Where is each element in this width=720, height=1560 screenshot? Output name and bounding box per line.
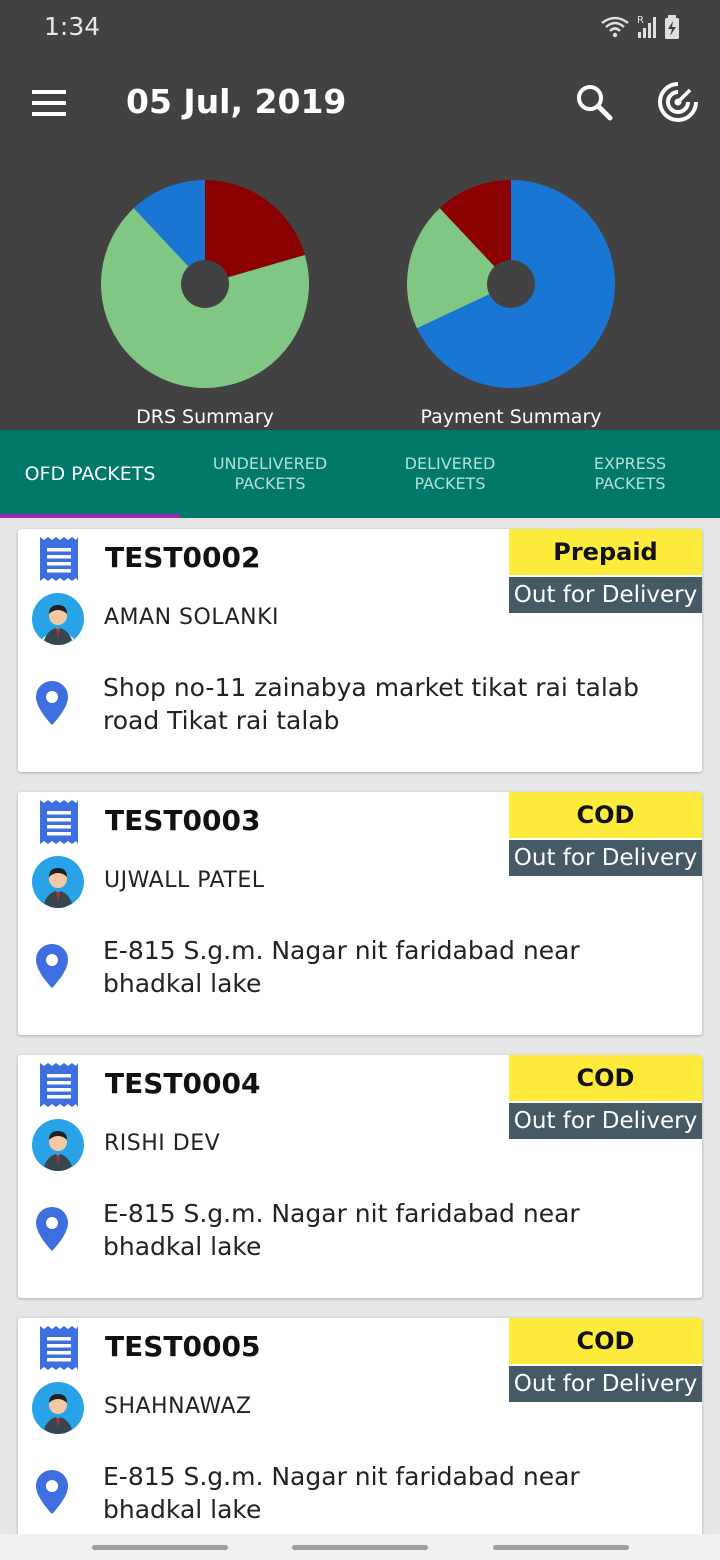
nav-recents-button[interactable] bbox=[92, 1545, 228, 1550]
wifi-icon bbox=[601, 16, 629, 38]
location-pin-icon bbox=[36, 1470, 68, 1514]
recipient-name: UJWALL PATEL bbox=[104, 868, 265, 893]
person-avatar-icon bbox=[32, 1119, 84, 1171]
drs-summary-label: DRS Summary bbox=[136, 406, 274, 428]
receipt-icon bbox=[40, 1326, 78, 1370]
pie-center-hole bbox=[181, 260, 229, 308]
packet-card[interactable]: TEST0003 COD Out for Delivery UJWALL PAT… bbox=[18, 792, 702, 1035]
tab-ofd-packets[interactable]: OFD PACKETS bbox=[0, 430, 180, 518]
tab-delivered-packets[interactable]: DELIVERED PACKETS bbox=[360, 430, 540, 518]
person-avatar-icon bbox=[32, 1382, 84, 1434]
delivery-status-badge: Out for Delivery bbox=[509, 1366, 702, 1402]
payment-summary-label: Payment Summary bbox=[420, 406, 602, 428]
receipt-icon bbox=[40, 537, 78, 581]
payment-summary-pie bbox=[407, 180, 615, 388]
drs-summary-pie bbox=[101, 180, 309, 389]
drs-summary-chart: DRS Summary bbox=[85, 176, 325, 446]
status-icons: R bbox=[600, 14, 680, 40]
location-pin-icon bbox=[36, 681, 68, 725]
tab-indicator bbox=[0, 514, 180, 518]
app-bar: 05 Jul, 2019 DRS Summary Payment Summary bbox=[0, 56, 720, 430]
cell-signal-icon: R bbox=[637, 15, 656, 38]
payment-type-badge: COD bbox=[509, 1055, 702, 1101]
delivery-status-badge: Out for Delivery bbox=[509, 577, 702, 613]
recipient-name: RISHI DEV bbox=[104, 1131, 221, 1156]
payment-type-badge: COD bbox=[509, 1318, 702, 1364]
tab-undelivered-packets[interactable]: UNDELIVERED PACKETS bbox=[180, 430, 360, 518]
packet-tabs: OFD PACKETS UNDELIVERED PACKETS DELIVERE… bbox=[0, 430, 720, 518]
packet-id: TEST0004 bbox=[105, 1067, 261, 1100]
payment-type-badge: Prepaid bbox=[509, 529, 702, 575]
person-avatar-icon bbox=[32, 593, 84, 645]
search-icon[interactable] bbox=[574, 82, 614, 122]
nav-home-button[interactable] bbox=[292, 1545, 428, 1550]
packet-card[interactable]: TEST0005 COD Out for Delivery SHAHNAWAZ … bbox=[18, 1318, 702, 1560]
delivery-address: Shop no-11 zainabya market tikat rai tal… bbox=[103, 673, 639, 735]
payment-type-badge: COD bbox=[509, 792, 702, 838]
delivery-status-badge: Out for Delivery bbox=[509, 840, 702, 876]
status-time: 1:34 bbox=[44, 12, 101, 41]
delivery-address: E-815 S.g.m. Nagar nit faridabad near bh… bbox=[103, 936, 580, 998]
battery-charging-icon bbox=[665, 15, 679, 39]
delivery-address: E-815 S.g.m. Nagar nit faridabad near bh… bbox=[103, 1462, 580, 1524]
pie-center-hole bbox=[487, 260, 535, 308]
recipient-name: SHAHNAWAZ bbox=[104, 1394, 252, 1419]
delivery-status-badge: Out for Delivery bbox=[509, 1103, 702, 1139]
packet-card[interactable]: TEST0004 COD Out for Delivery RISHI DEV … bbox=[18, 1055, 702, 1298]
radar-icon[interactable] bbox=[656, 80, 700, 124]
roaming-indicator: R bbox=[637, 15, 644, 26]
recipient-name: AMAN SOLANKI bbox=[104, 605, 279, 630]
location-pin-icon bbox=[36, 1207, 68, 1251]
packet-id: TEST0003 bbox=[105, 804, 261, 837]
system-nav-bar bbox=[0, 1534, 720, 1560]
packet-id: TEST0002 bbox=[105, 541, 261, 574]
menu-icon[interactable] bbox=[28, 82, 70, 124]
person-avatar-icon bbox=[32, 856, 84, 908]
status-bar: 1:34 R bbox=[0, 0, 720, 56]
packet-id: TEST0005 bbox=[105, 1330, 261, 1363]
receipt-icon bbox=[40, 800, 78, 844]
tab-label: DELIVERED PACKETS bbox=[404, 454, 496, 493]
packet-card[interactable]: TEST0002 Prepaid Out for Delivery AMAN S… bbox=[18, 529, 702, 772]
nav-back-button[interactable] bbox=[493, 1545, 629, 1550]
page-title: 05 Jul, 2019 bbox=[126, 82, 347, 121]
tab-label: OFD PACKETS bbox=[24, 463, 156, 485]
payment-summary-chart: Payment Summary bbox=[391, 176, 631, 446]
tab-label: EXPRESS PACKETS bbox=[593, 454, 667, 493]
location-pin-icon bbox=[36, 944, 68, 988]
tab-label: UNDELIVERED PACKETS bbox=[212, 454, 328, 493]
delivery-address: E-815 S.g.m. Nagar nit faridabad near bh… bbox=[103, 1199, 580, 1261]
receipt-icon bbox=[40, 1063, 78, 1107]
tab-express-packets[interactable]: EXPRESS PACKETS bbox=[540, 430, 720, 518]
